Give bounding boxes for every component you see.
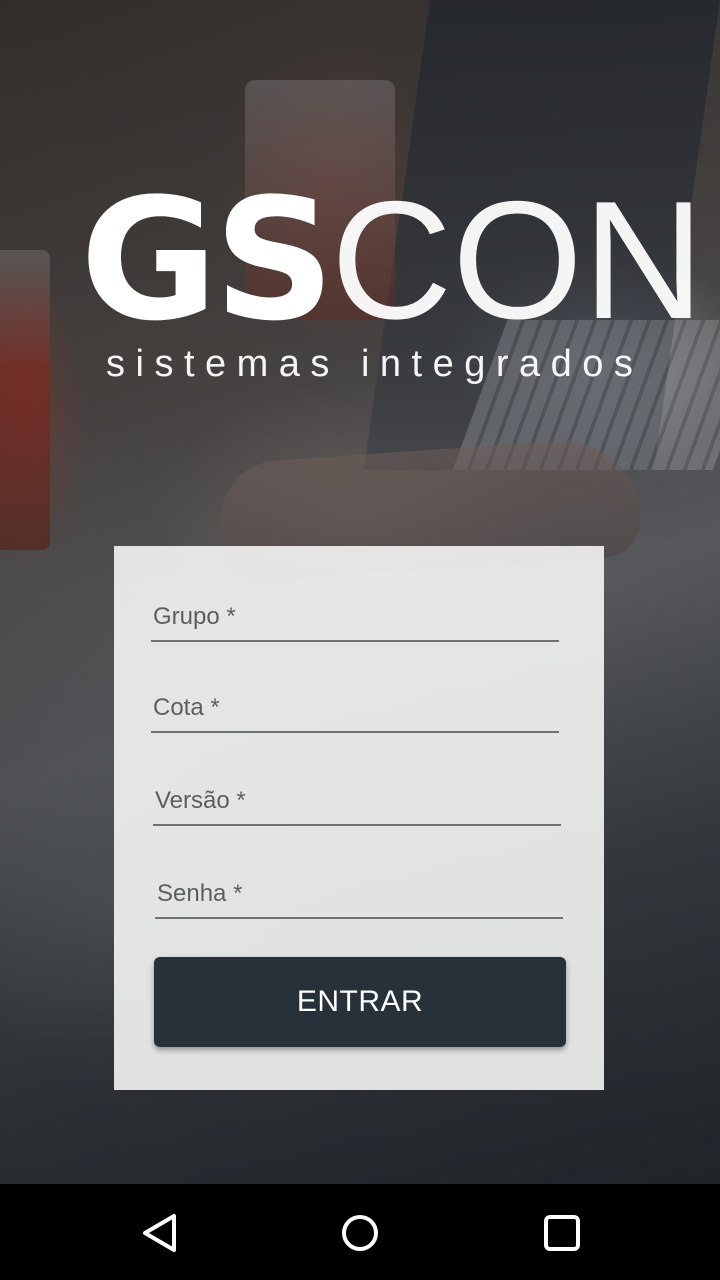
back-button[interactable] [135, 1208, 185, 1258]
password-input[interactable] [155, 857, 563, 919]
logo-wordmark-bold: GS [80, 162, 335, 358]
recents-button[interactable] [537, 1208, 587, 1258]
login-card: ENTRAR [114, 546, 604, 1090]
logo-wordmark: GSCON [80, 176, 704, 344]
enter-button[interactable]: ENTRAR [154, 957, 566, 1047]
back-triangle-icon [143, 1214, 176, 1252]
group-field [151, 580, 559, 642]
quota-input[interactable] [151, 671, 559, 733]
version-field [153, 764, 561, 826]
recents-square-icon [544, 1215, 580, 1251]
version-input[interactable] [153, 764, 561, 826]
logo-tagline: sistemas integrados [106, 343, 644, 385]
brand-logo: GSCON sistemas integrados [80, 176, 704, 390]
system-navigation-bar [0, 1184, 720, 1280]
password-field [155, 857, 563, 919]
home-button[interactable] [335, 1208, 385, 1258]
logo-wordmark-light: CON [330, 166, 705, 354]
group-input[interactable] [151, 580, 559, 642]
home-circle-icon [342, 1215, 378, 1251]
login-screen: GSCON sistemas integrados ENTRAR [0, 0, 720, 1280]
quota-field [151, 671, 559, 733]
